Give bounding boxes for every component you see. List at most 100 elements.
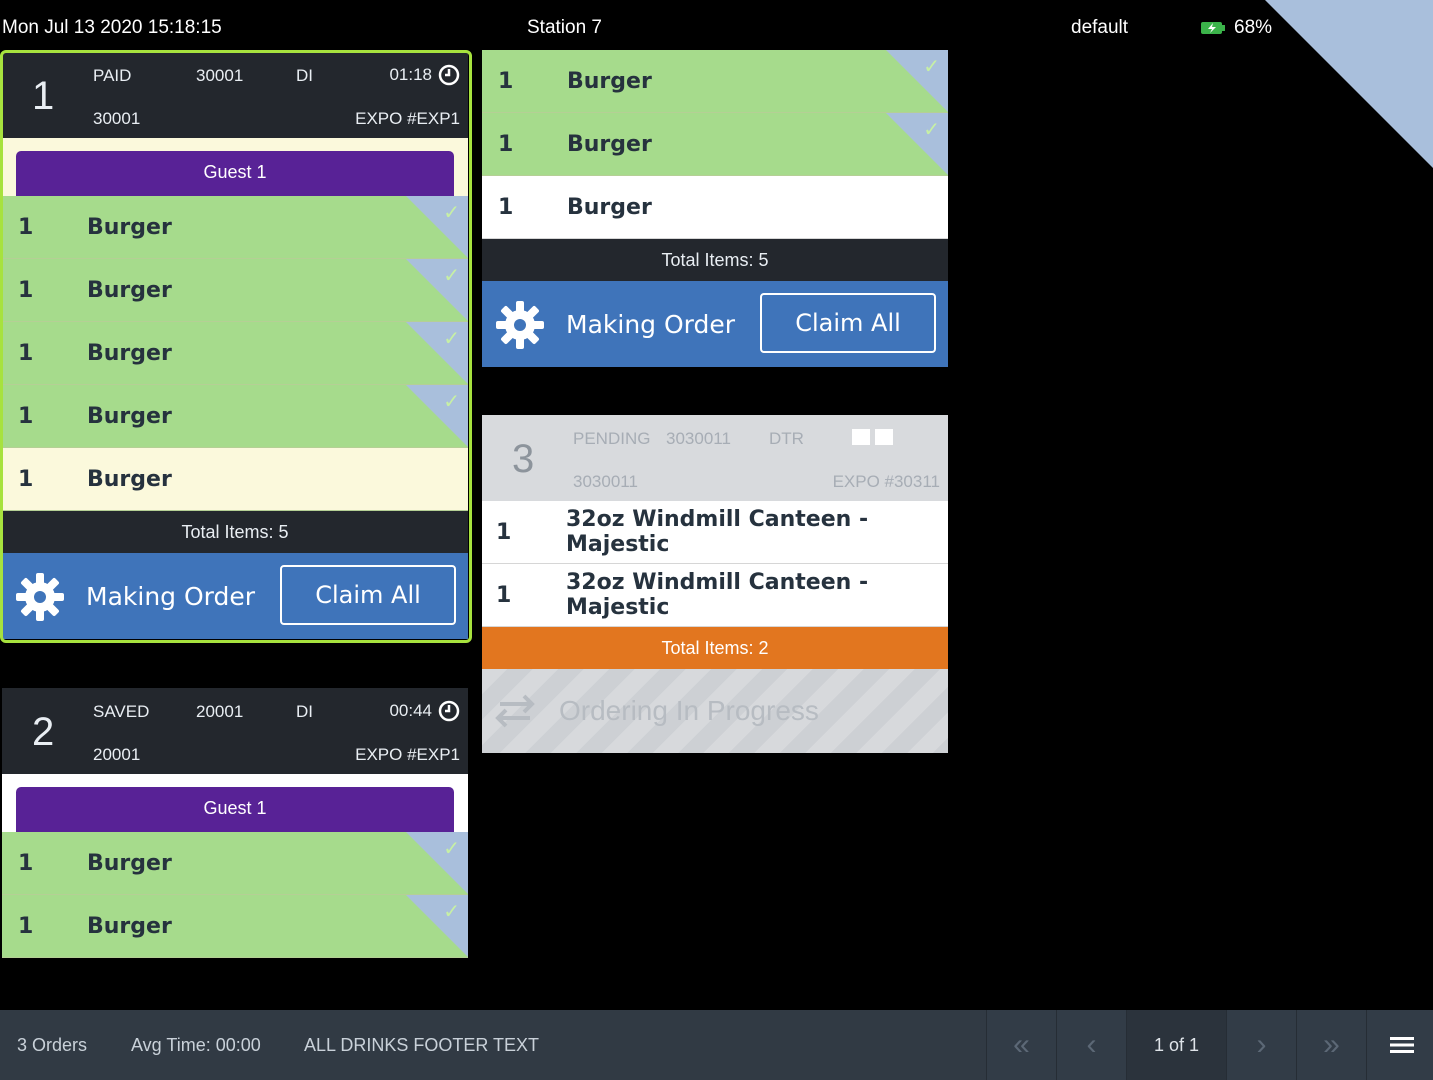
footer-bar: 3 Orders Avg Time: 00:00 ALL DRINKS FOOT…: [0, 1010, 1433, 1080]
status-squares-icon: [852, 429, 893, 445]
making-order-label[interactable]: Making Order: [86, 582, 255, 611]
menu-button[interactable]: [1366, 1010, 1433, 1080]
guest-strip: Guest 1: [2, 774, 468, 832]
order-status: PENDING: [573, 429, 651, 448]
order-id: 20001: [196, 702, 244, 721]
profile-name: default: [1071, 17, 1129, 38]
item-qty: 1: [498, 131, 514, 157]
timer-value: 00:44: [389, 701, 432, 720]
item-name: Burger: [87, 214, 172, 240]
item-name: Burger: [87, 850, 172, 876]
page-corner-fold[interactable]: [1265, 0, 1433, 168]
order-item[interactable]: 1 Burger ✓: [2, 895, 468, 958]
item-qty: 1: [18, 850, 34, 876]
check-icon: ✓: [443, 263, 460, 287]
pager: « ‹ 1 of 1 › »: [986, 1010, 1433, 1080]
gear-icon: [16, 573, 64, 621]
order-item[interactable]: 1 32oz Windmill Canteen - Majestic: [482, 501, 948, 564]
order-type: DI: [296, 66, 313, 85]
expo-label: EXPO #EXP1: [355, 745, 460, 764]
order-item[interactable]: 1 Burger ✓: [482, 113, 948, 176]
progress-label: Ordering In Progress: [559, 695, 819, 726]
first-page-button[interactable]: «: [986, 1010, 1056, 1080]
making-order-label[interactable]: Making Order: [566, 310, 735, 339]
order-type: DI: [296, 702, 313, 721]
order-item[interactable]: 1 Burger ✓: [2, 832, 468, 895]
total-items: Total Items: 5: [2, 511, 468, 553]
station-name: Station 7: [527, 17, 602, 38]
status-bar: Mon Jul 13 2020 15:18:15 Station 7 defau…: [0, 0, 1433, 50]
item-name: Burger: [87, 403, 172, 429]
item-qty: 1: [18, 214, 34, 240]
order-ticket-2[interactable]: 2 SAVED 20001 DI 00:44 20001 EXPO #EXP1 …: [2, 688, 468, 958]
chevron-right-icon: ›: [1256, 1028, 1267, 1061]
order-ticket-3[interactable]: 3 PENDING 3030011 DTR 3030011 EXPO #3031…: [482, 415, 948, 753]
order-timer: 00:44: [389, 700, 460, 722]
check-icon: ✓: [443, 326, 460, 350]
order-item[interactable]: 1 32oz Windmill Canteen - Majestic: [482, 564, 948, 627]
clock-icon: [438, 700, 460, 722]
check-icon: ✓: [443, 899, 460, 923]
order-timer: 01:18: [389, 64, 460, 86]
order-item[interactable]: 1 Burger ✓: [2, 322, 468, 385]
expo-label: EXPO #30311: [832, 472, 940, 491]
item-name: Burger: [567, 131, 652, 157]
order-type: DTR: [769, 429, 804, 448]
ticket-number: 3: [512, 437, 535, 481]
item-name: Burger: [87, 466, 172, 492]
next-page-button[interactable]: ›: [1226, 1010, 1296, 1080]
item-name: 32oz Windmill Canteen - Majestic: [566, 507, 869, 557]
order-item[interactable]: 1 Burger ✓: [482, 50, 948, 113]
timer-value: 01:18: [389, 65, 432, 84]
last-page-button[interactable]: »: [1296, 1010, 1366, 1080]
gear-icon: [496, 301, 544, 349]
ticket-number: 1: [32, 74, 55, 118]
order-item[interactable]: 1 Burger ✓: [2, 385, 468, 448]
guest-header[interactable]: Guest 1: [16, 787, 454, 832]
item-name: Burger: [567, 68, 652, 94]
item-qty: 1: [18, 340, 34, 366]
order-item[interactable]: 1 Burger: [2, 448, 468, 511]
check-icon: ✓: [443, 200, 460, 224]
item-qty: 1: [496, 519, 512, 545]
order-id-secondary: 3030011: [573, 472, 638, 491]
chevron-left-icon: ‹: [1086, 1028, 1097, 1061]
order-item[interactable]: 1 Burger ✓: [2, 259, 468, 322]
order-ticket-1[interactable]: 1 PAID 30001 DI 01:18 30001 EXPO #EXP1 G…: [2, 52, 468, 639]
hamburger-icon: [1389, 1037, 1414, 1053]
order-item[interactable]: 1 Burger: [482, 176, 948, 239]
order-count: 3 Orders: [17, 1035, 88, 1055]
item-qty: 1: [18, 403, 34, 429]
order-ticket-continuation[interactable]: 1 Burger ✓ 1 Burger ✓ 1 Burger Total Items: 5…: [482, 50, 948, 367]
item-qty: 1: [18, 913, 34, 939]
item-name: Burger: [87, 340, 172, 366]
claim-all-button[interactable]: Claim All: [280, 565, 456, 625]
battery-charging-icon: [1201, 22, 1225, 34]
check-icon: ✓: [443, 389, 460, 413]
double-chevron-left-icon: «: [1013, 1028, 1030, 1061]
total-items: Total Items: 5: [482, 239, 948, 281]
action-bar: Making Order Claim All: [2, 553, 468, 639]
action-bar: Making Order Claim All: [482, 281, 948, 367]
item-qty: 1: [498, 68, 514, 94]
item-qty: 1: [498, 194, 514, 220]
item-qty: 1: [496, 582, 512, 608]
check-icon: ✓: [923, 117, 940, 141]
double-chevron-right-icon: »: [1323, 1028, 1340, 1061]
ordering-progress-bar: Ordering In Progress: [482, 669, 948, 753]
claim-all-button[interactable]: Claim All: [760, 293, 936, 353]
order-status: PAID: [93, 66, 132, 85]
ticket-header: 3 PENDING 3030011 DTR 3030011 EXPO #3031…: [482, 415, 948, 501]
guest-header[interactable]: Guest 1: [16, 151, 454, 196]
order-item[interactable]: 1 Burger ✓: [2, 196, 468, 259]
order-status: SAVED: [93, 702, 150, 721]
total-items: Total Items: 2: [482, 627, 948, 669]
item-qty: 1: [18, 277, 34, 303]
footer-text: ALL DRINKS FOOTER TEXT: [304, 1035, 540, 1055]
expo-label: EXPO #EXP1: [355, 109, 460, 128]
item-name: Burger: [87, 277, 172, 303]
order-id: 30001: [196, 66, 244, 85]
swap-arrows-icon: [495, 694, 535, 728]
ticket-number: 2: [32, 710, 55, 754]
prev-page-button[interactable]: ‹: [1056, 1010, 1126, 1080]
